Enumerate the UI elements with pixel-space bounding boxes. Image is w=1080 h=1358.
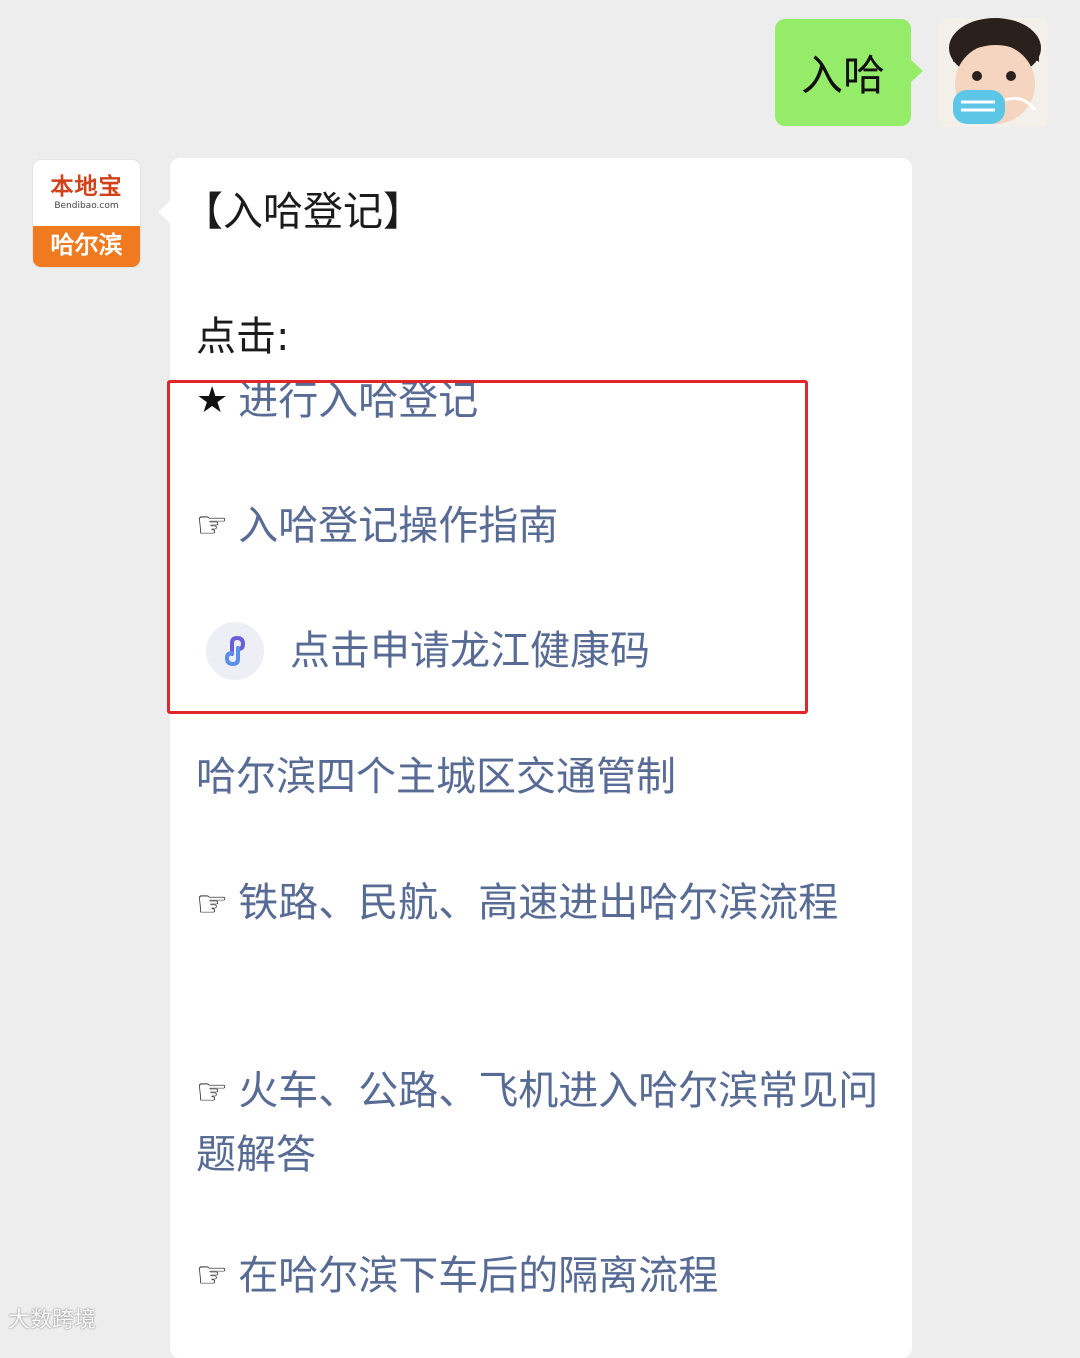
watermark-text: 大数跨境 [8,1308,97,1333]
watermark: 大数跨境 [8,1302,96,1334]
traffic-control-link[interactable]: 哈尔滨四个主城区交通管制 [196,748,676,806]
official-account-avatar[interactable]: 本地宝 Bendibao.com 哈尔滨 [33,160,140,267]
click-label: 点击: [196,314,290,360]
pointing-hand-icon: ☞ [196,1072,229,1113]
avatar-city-label: 哈尔滨 [33,226,140,267]
faq-link[interactable]: ☞ 火车、公路、飞机进入哈尔滨常见问题解答 [196,1060,896,1186]
faq-link-text: 火车、公路、飞机进入哈尔滨常见问题解答 [196,1068,879,1178]
quarantine-link[interactable]: ☞ 在哈尔滨下车后的隔离流程 [196,1247,718,1305]
avatar-domain: Bendibao.com [54,201,119,211]
child-avatar-illustration [939,18,1048,127]
user-avatar[interactable] [939,18,1048,127]
flow-link-1-text: 铁路、民航、高速进出哈尔滨流程 [238,880,839,926]
flow-link-1[interactable]: ☞ 铁路、民航、高速进出哈尔滨流程 [196,872,896,936]
pointing-hand-icon: ☞ [196,884,229,925]
pointing-hand-icon: ☞ [196,1255,229,1296]
quarantine-link-text: 在哈尔滨下车后的隔离流程 [238,1253,719,1299]
outgoing-message-text: 入哈 [800,51,885,100]
outgoing-message-bubble[interactable]: 入哈 [775,19,923,126]
highlight-box [167,380,808,714]
card-title: 【入哈登记】 [183,189,423,235]
avatar-brand-name: 本地宝 [50,174,123,200]
